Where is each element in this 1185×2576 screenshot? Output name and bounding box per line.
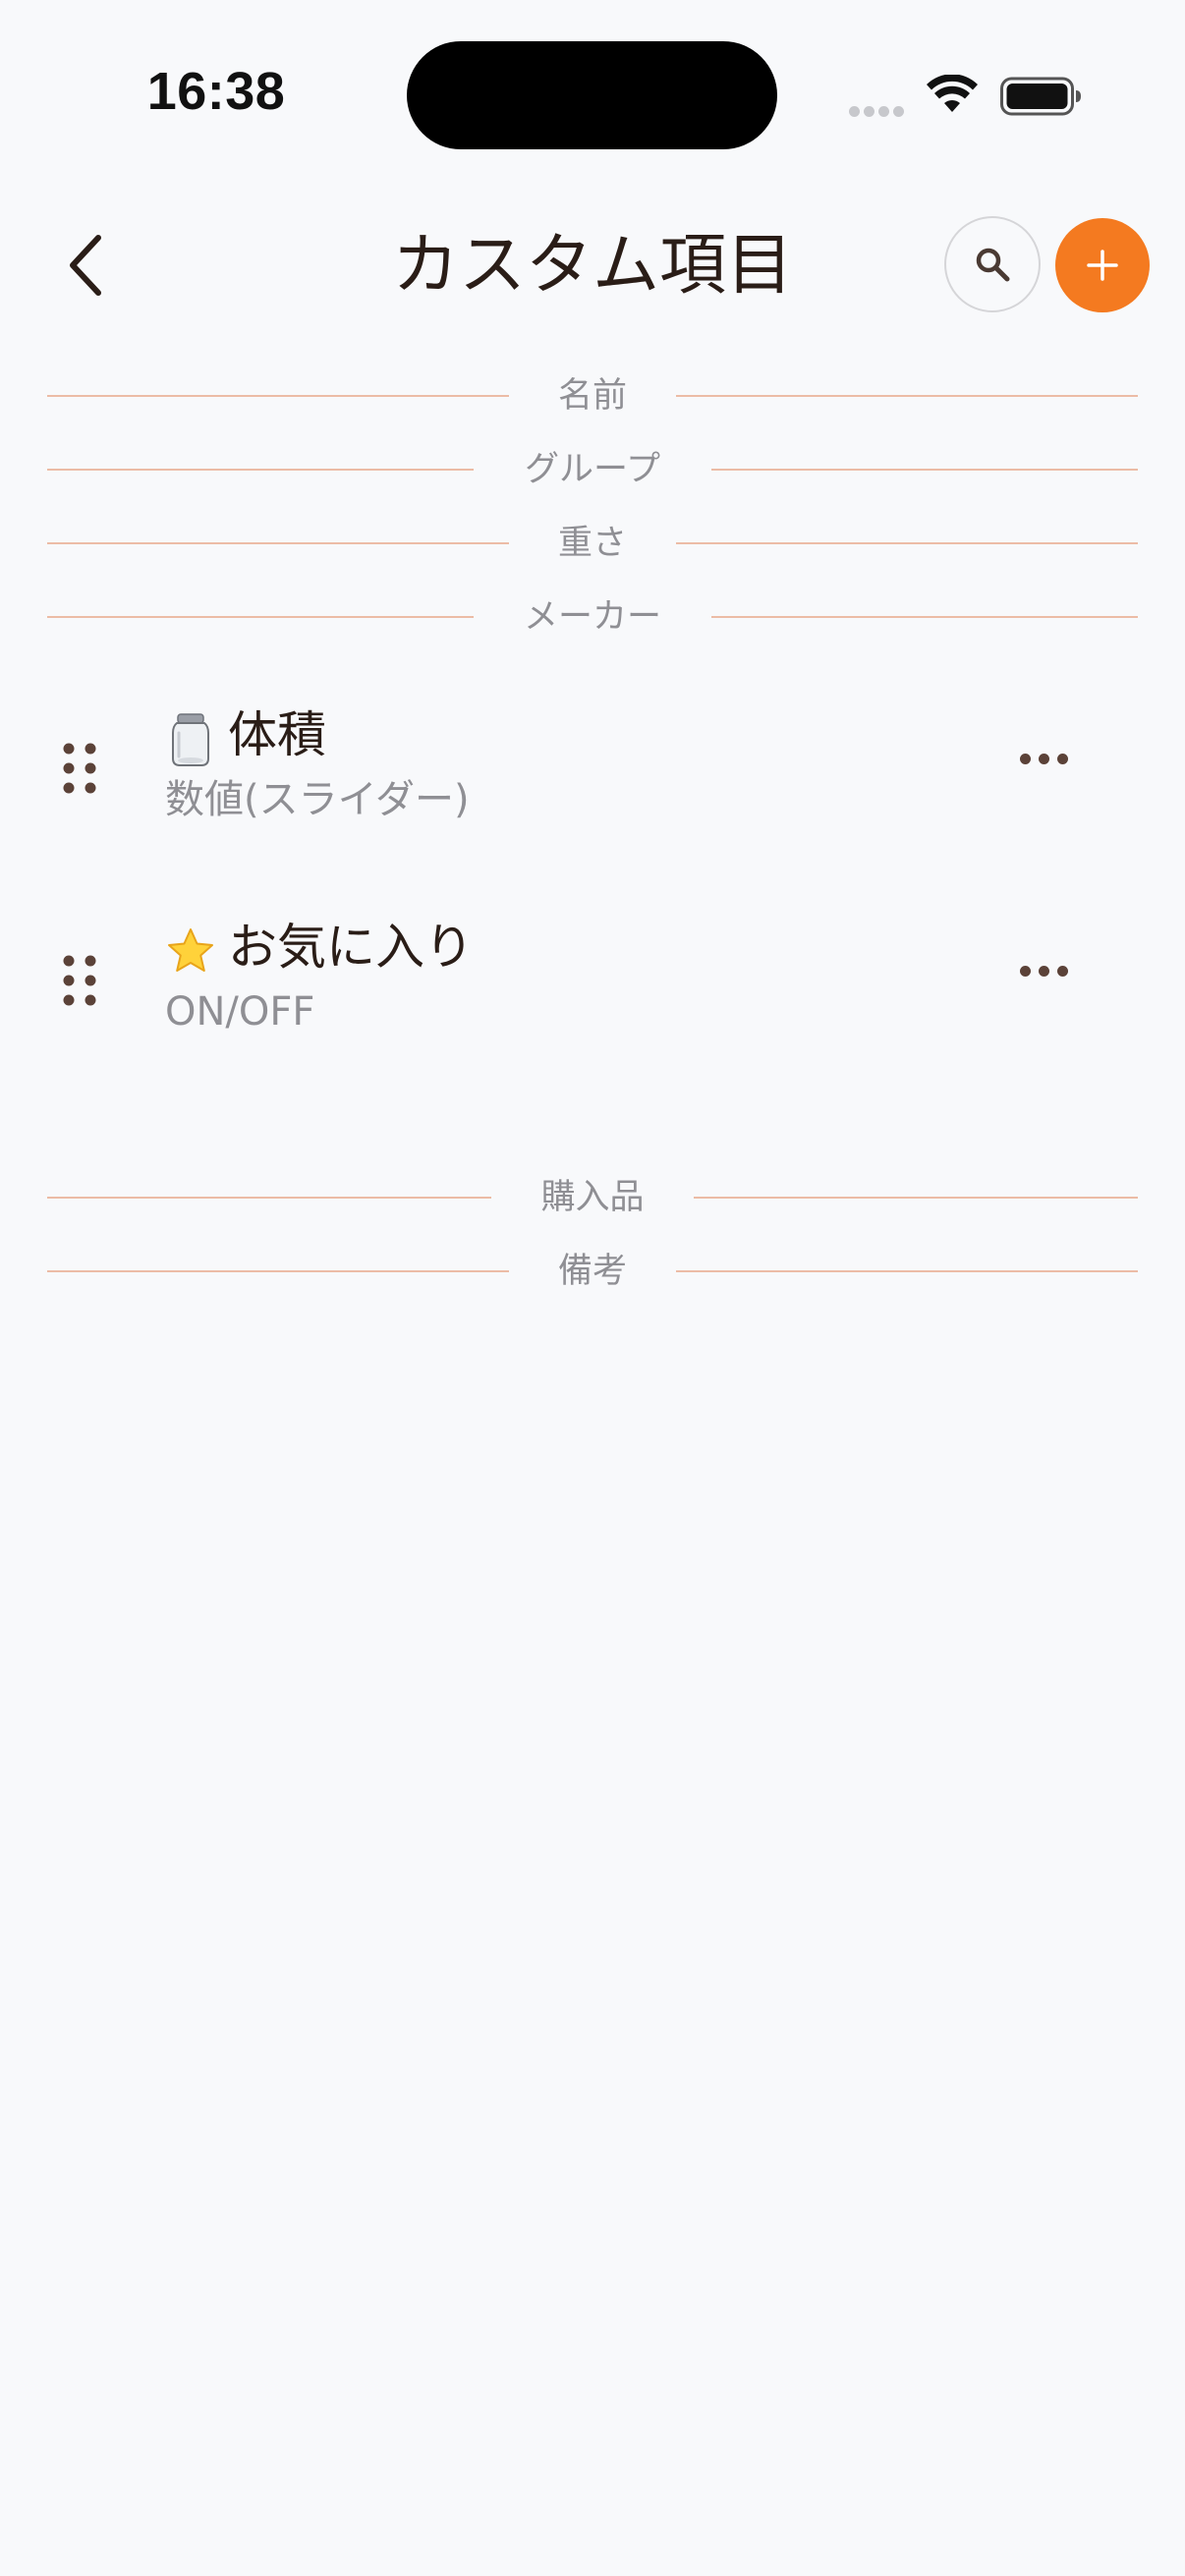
page-title: カスタム項目 (391, 227, 793, 305)
field-name: 体積 (228, 706, 326, 763)
section-divider-weight: 重さ (0, 511, 1185, 585)
jar-icon (172, 713, 209, 766)
nav-bar: カスタム項目 (0, 206, 1185, 324)
field-row-favorite[interactable]: お気に入り ON/OFF (0, 894, 1185, 1106)
field-row-volume[interactable]: 体積 数値(スライダー) (0, 682, 1185, 894)
back-button[interactable] (47, 226, 126, 305)
field-list: 体積 数値(スライダー) お気に入り ON/OFF (0, 658, 1185, 1165)
chevron-left-icon (70, 235, 101, 296)
custom-fields-list: 名前 グループ 重さ メーカー 体積 数値(スライダー) お気に入り ON/OF… (0, 364, 1185, 1313)
section-divider-maker: メーカー (0, 585, 1185, 658)
drag-handle-icon[interactable] (61, 953, 100, 1008)
more-options-button[interactable] (1002, 729, 1085, 788)
field-type: ON/OFF (165, 989, 315, 1035)
search-icon (976, 248, 1010, 282)
battery-icon (1000, 77, 1081, 116)
search-button[interactable] (944, 216, 1041, 312)
section-divider-group: グループ (0, 437, 1185, 511)
section-divider-notes: 備考 (0, 1239, 1185, 1313)
field-name: お気に入り (228, 919, 474, 976)
add-button[interactable] (1055, 218, 1150, 312)
plus-icon (1087, 250, 1118, 281)
drag-handle-icon[interactable] (61, 741, 100, 796)
ellipsis-icon (1019, 753, 1031, 764)
field-type: 数値(スライダー) (165, 777, 470, 822)
star-icon (168, 928, 213, 972)
dynamic-island (407, 41, 777, 149)
status-bar: 16:38 (0, 0, 1185, 187)
more-options-button[interactable] (1002, 941, 1085, 1000)
section-divider-purchase: 購入品 (0, 1165, 1185, 1239)
status-time: 16:38 (146, 62, 286, 121)
ellipsis-icon (1019, 965, 1031, 977)
cellular-signal-icon (849, 102, 910, 117)
section-divider-name: 名前 (0, 364, 1185, 437)
wifi-icon (927, 75, 978, 112)
